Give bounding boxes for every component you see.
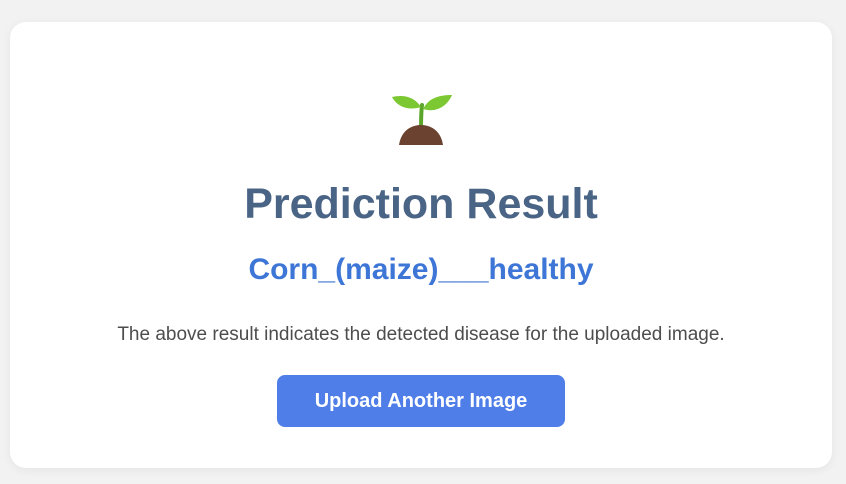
result-description: The above result indicates the detected … xyxy=(117,324,725,345)
upload-another-button[interactable]: Upload Another Image xyxy=(277,375,565,427)
result-card: Prediction Result Corn_(maize)___healthy… xyxy=(10,22,832,468)
page-title: Prediction Result xyxy=(244,180,598,228)
prediction-label: Corn_(maize)___healthy xyxy=(248,253,594,286)
seedling-icon xyxy=(392,95,452,145)
